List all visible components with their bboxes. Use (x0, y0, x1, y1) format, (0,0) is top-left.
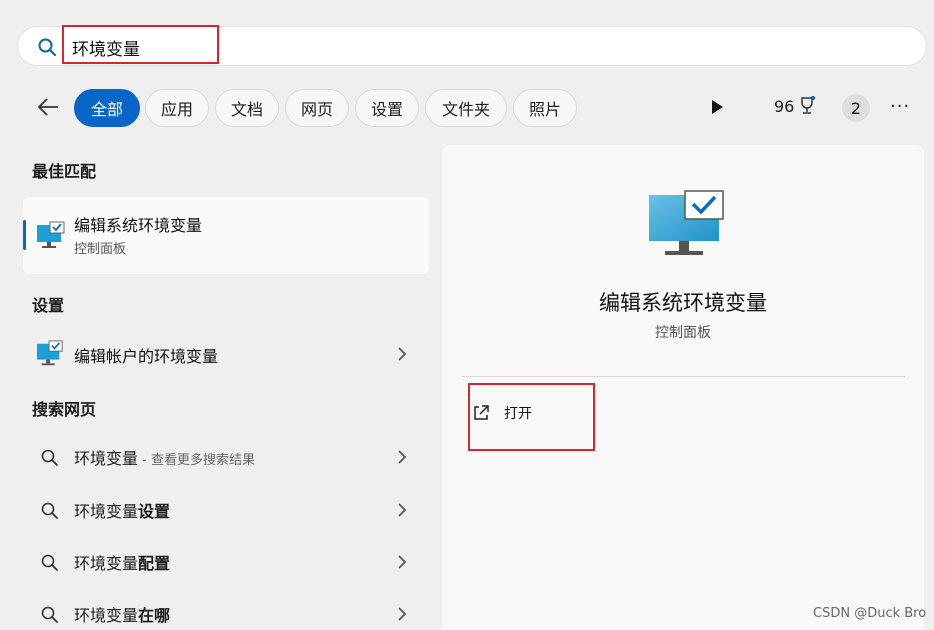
search-icon (41, 502, 58, 519)
back-button[interactable] (34, 92, 62, 122)
control-panel-monitor-icon (37, 221, 65, 248)
control-panel-monitor-icon (36, 340, 63, 366)
chevron-right-icon (398, 450, 407, 464)
search-input[interactable] (72, 36, 372, 58)
filter-chip-folders[interactable]: 文件夹 (425, 89, 507, 127)
selection-accent (23, 220, 26, 250)
web-search-item[interactable]: 环境变量 - 查看更多搜索结果 (23, 435, 429, 479)
filter-chip-documents[interactable]: 文档 (215, 89, 279, 127)
best-match-heading: 最佳匹配 (32, 162, 97, 181)
web-search-query: 环境变量设置 (74, 502, 171, 521)
arrow-left-icon (37, 98, 58, 116)
filter-chip-apps[interactable]: 应用 (145, 89, 209, 127)
rewards-points[interactable]: 96 (774, 96, 816, 116)
notification-badge[interactable]: 2 (842, 94, 870, 122)
more-options-button[interactable]: ··· (890, 96, 916, 118)
best-match-title: 编辑系统环境变量 (74, 216, 203, 235)
open-external-icon (474, 405, 489, 420)
trophy-icon (801, 96, 816, 114)
chevron-right-icon (398, 607, 407, 621)
points-value: 96 (774, 96, 795, 116)
detail-subtitle: 控制面板 (655, 325, 711, 341)
best-match-result[interactable]: 编辑系统环境变量 控制面板 (23, 197, 429, 274)
web-search-item[interactable]: 环境变量在哪 (23, 592, 429, 630)
detail-pane: 编辑系统环境变量 控制面板 打开 (442, 145, 924, 630)
filter-chip-photos[interactable]: 照片 (513, 89, 577, 127)
search-icon (41, 449, 58, 466)
web-search-item[interactable]: 环境变量设置 (23, 488, 429, 532)
watermark: CSDN @Duck Bro (813, 606, 927, 621)
web-search-item[interactable]: 环境变量配置 (23, 540, 429, 584)
search-icon (38, 38, 57, 57)
filter-chip-settings[interactable]: 设置 (355, 89, 419, 127)
settings-item-label: 编辑帐户的环境变量 (74, 347, 219, 366)
search-bar[interactable] (17, 26, 927, 66)
detail-title: 编辑系统环境变量 (599, 291, 767, 315)
divider (462, 376, 905, 377)
web-search-query: 环境变量 - 查看更多搜索结果 (74, 449, 255, 468)
open-button[interactable]: 打开 (472, 400, 592, 426)
web-search-query: 环境变量在哪 (74, 606, 171, 625)
open-button-label: 打开 (504, 406, 532, 422)
search-icon (41, 554, 58, 571)
chevron-right-icon (398, 347, 407, 361)
filter-chip-web[interactable]: 网页 (285, 89, 349, 127)
web-search-query: 环境变量配置 (74, 554, 171, 573)
control-panel-monitor-icon (649, 190, 724, 255)
settings-result-item[interactable]: 编辑帐户的环境变量 (23, 332, 429, 376)
web-search-heading: 搜索网页 (32, 400, 97, 419)
filter-chip-all[interactable]: 全部 (74, 89, 140, 127)
play-icon[interactable] (707, 97, 727, 117)
settings-heading: 设置 (32, 296, 65, 315)
chevron-right-icon (398, 503, 407, 517)
search-icon (41, 606, 58, 623)
chevron-right-icon (398, 555, 407, 569)
best-match-subtitle: 控制面板 (74, 242, 127, 257)
